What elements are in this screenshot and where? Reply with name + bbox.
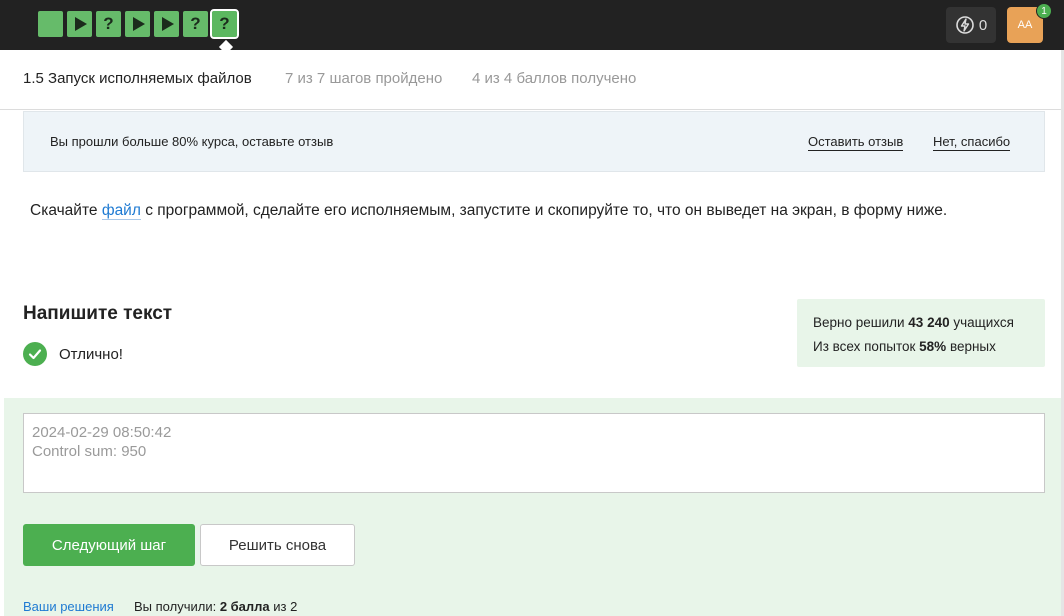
answer-line-2: Control sum: 950 (32, 443, 147, 460)
status-row: Отлично! (23, 342, 123, 366)
feedback-banner: Вы прошли больше 80% курса, оставьте отз… (23, 111, 1045, 172)
answer-textarea[interactable]: 2024-02-29 08:50:42 Control sum: 950 (23, 413, 1045, 493)
step-3-question-icon[interactable]: ? (96, 11, 121, 37)
points-result: Вы получили: 2 балла из 2 (134, 599, 298, 614)
retry-button[interactable]: Решить снова (200, 524, 355, 566)
task-description: Скачайте файл с программой, сделайте его… (30, 202, 947, 220)
lesson-progress: 7 из 7 шагов пройдено (285, 70, 443, 87)
your-solutions-link[interactable]: Ваши решения (23, 599, 114, 614)
step-6-question-icon[interactable]: ? (183, 11, 208, 37)
next-step-button[interactable]: Следующий шаг (23, 524, 195, 566)
step-1-text-icon[interactable] (38, 11, 63, 37)
top-navigation-bar: ? ? ? 0 AA 1 (0, 0, 1064, 55)
no-thanks-link[interactable]: Нет, спасибо (933, 134, 1011, 151)
step-4-play-icon[interactable] (125, 11, 150, 37)
step-2-play-icon[interactable] (67, 11, 92, 37)
lesson-title: 1.5 Запуск исполняемых файлов (23, 70, 252, 87)
points-earned: 2 балла (219, 599, 270, 614)
step-5-play-icon[interactable] (154, 11, 179, 37)
stats-solved-line: Верно решили 43 240 учащихся (813, 315, 1014, 330)
lesson-score: 4 из 4 баллов получено (472, 70, 637, 87)
task-text-end: с программой, сделайте его исполняемым, … (140, 202, 948, 219)
energy-count: 0 (978, 16, 988, 34)
check-circle-icon (23, 342, 47, 366)
file-download-link[interactable]: файл (101, 202, 141, 220)
lightning-icon (956, 16, 974, 34)
stats-percent-line: Из всех попыток 58% верных (813, 339, 996, 354)
solved-count: 43 240 (908, 315, 950, 330)
correct-percent: 58% (919, 339, 947, 354)
notification-badge: 1 (1036, 3, 1052, 19)
status-text: Отлично! (59, 345, 123, 363)
task-text-start: Скачайте (30, 202, 102, 219)
section-title: Напишите текст (23, 303, 173, 324)
lesson-header: 1.5 Запуск исполняемых файлов 7 из 7 шаг… (0, 50, 1064, 110)
leave-review-link[interactable]: Оставить отзыв (808, 134, 904, 151)
solve-stats: Верно решили 43 240 учащихся Из всех поп… (797, 299, 1045, 367)
energy-button[interactable]: 0 (946, 7, 996, 43)
step-navigation: ? ? ? (38, 9, 239, 39)
step-7-question-icon-current[interactable]: ? (210, 9, 239, 39)
answer-line-1: 2024-02-29 08:50:42 (32, 424, 172, 441)
banner-text: Вы прошли больше 80% курса, оставьте отз… (50, 134, 334, 149)
